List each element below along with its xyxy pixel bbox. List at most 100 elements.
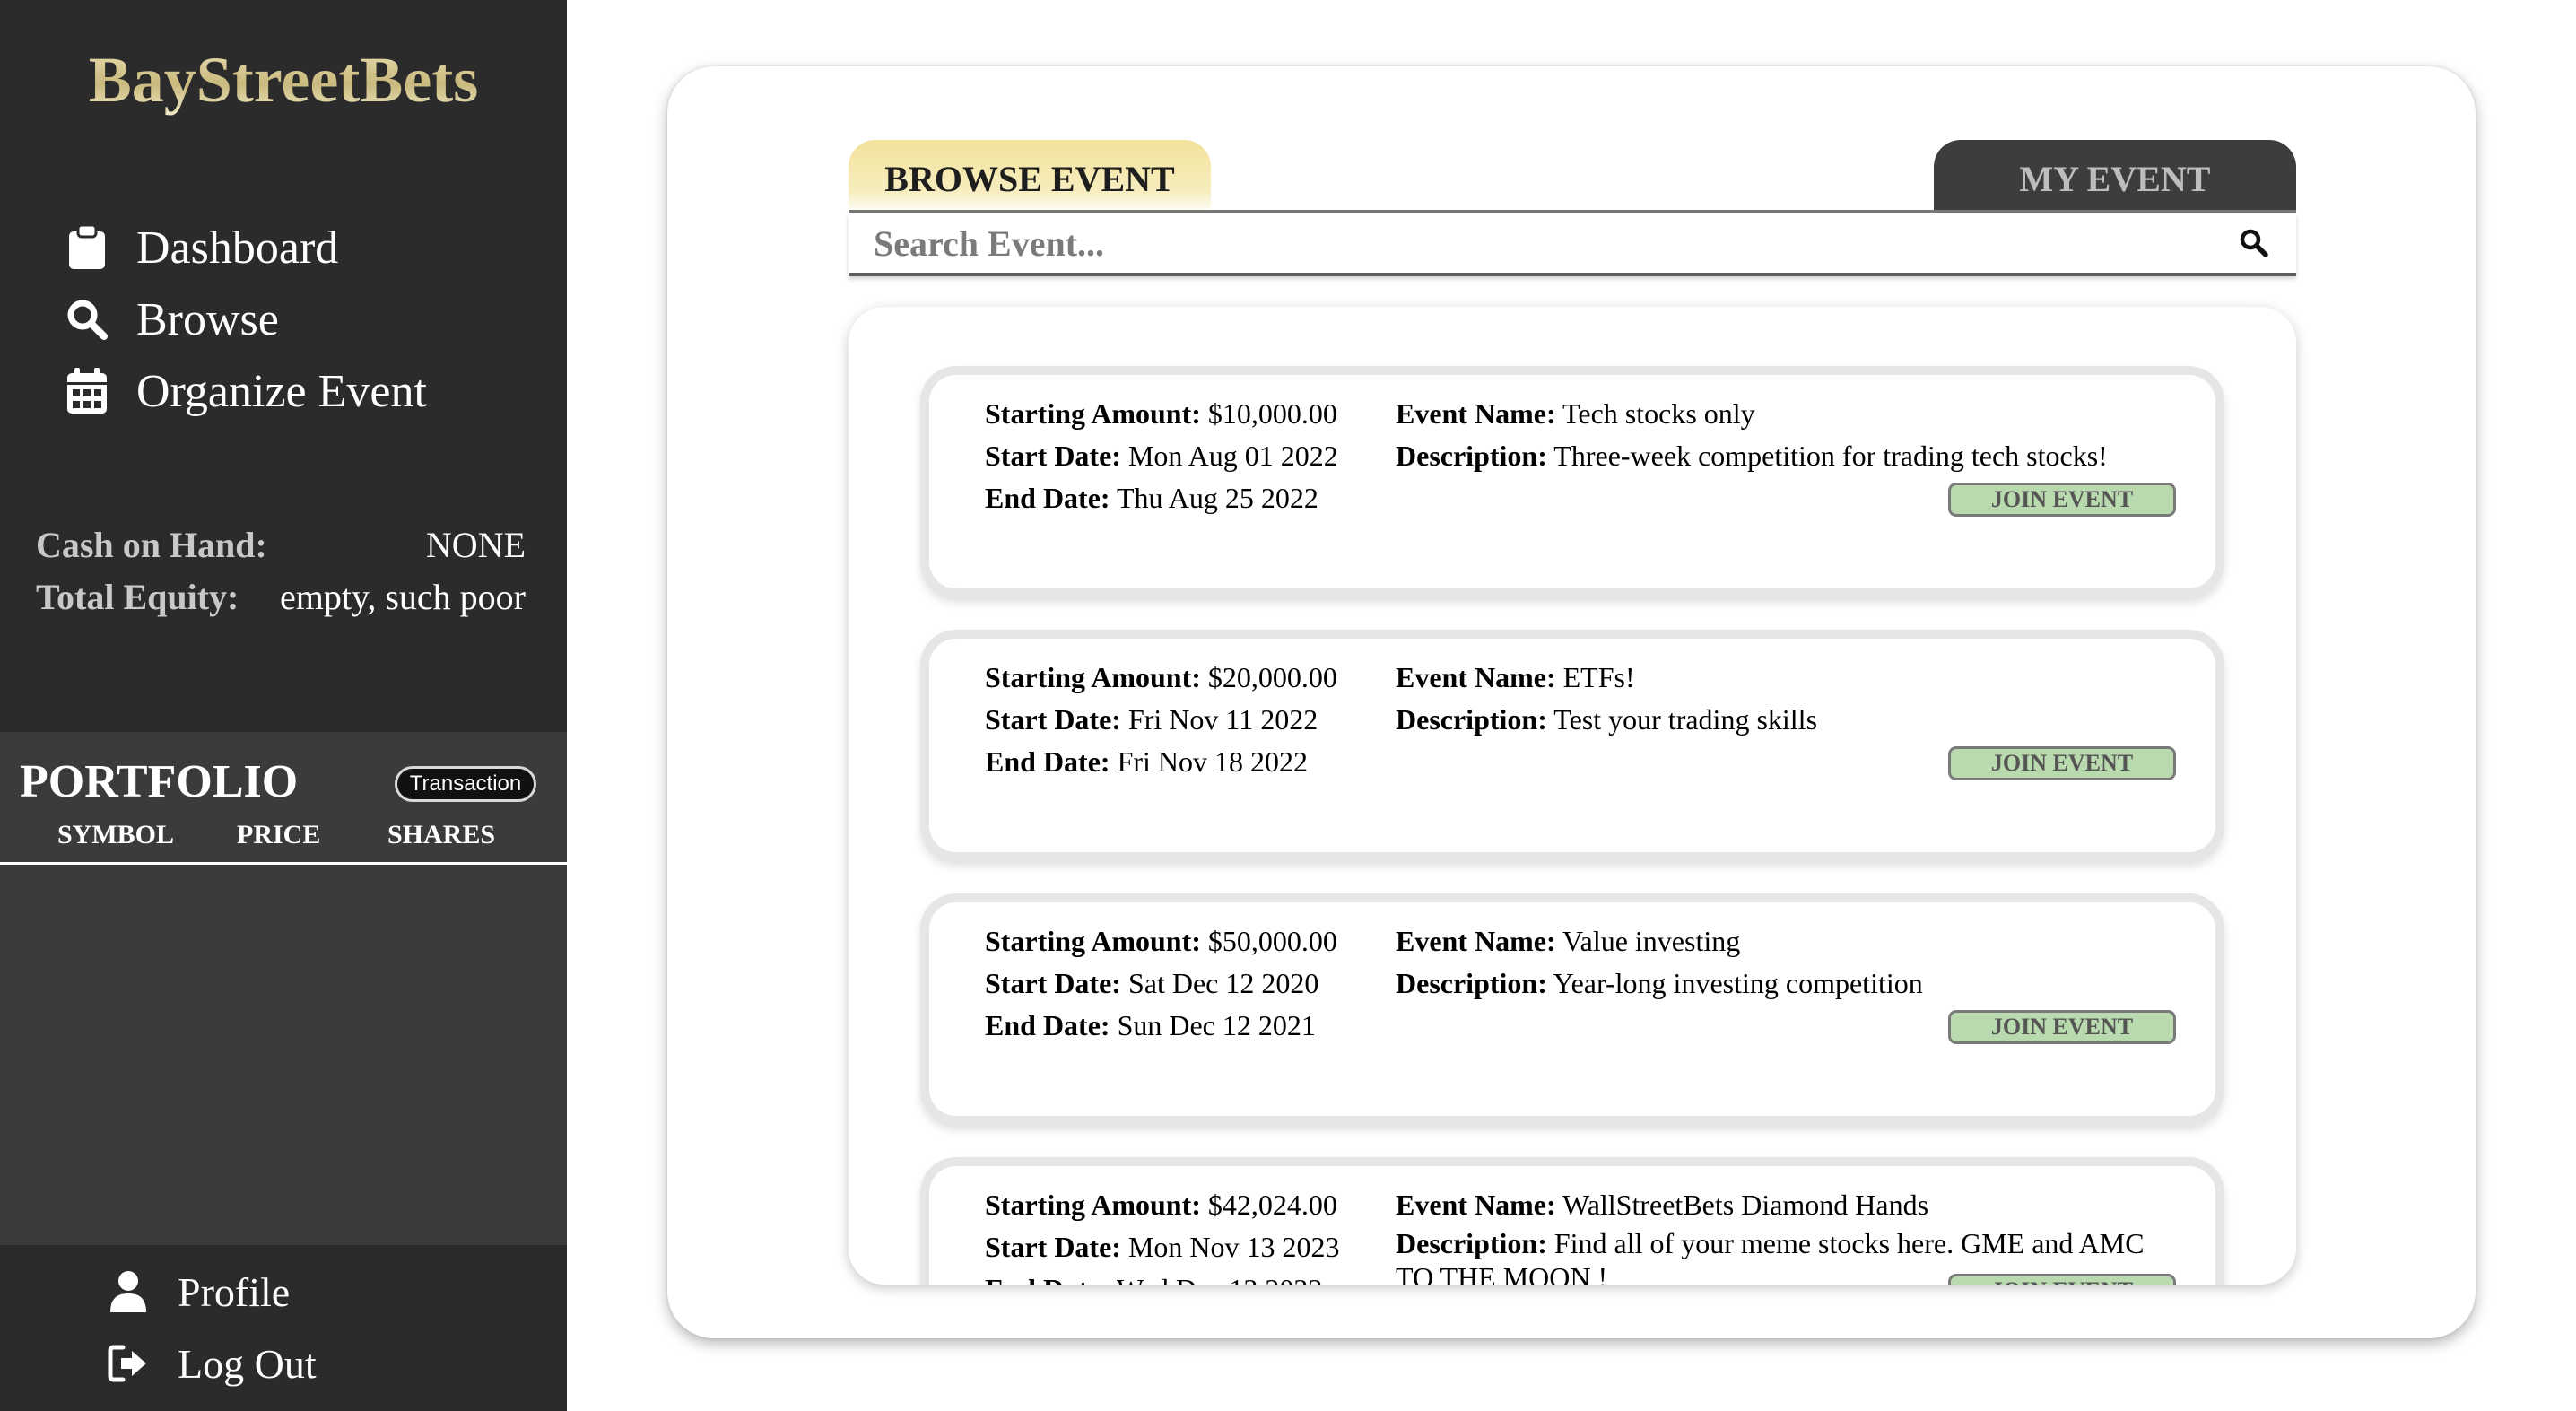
event-name-label: Event Name: [1396, 397, 1556, 430]
event-description: Description: Year-long investing competi… [1396, 962, 2167, 1005]
starting-amount-value: $20,000.00 [1207, 661, 1337, 693]
total-equity-value: empty, such poor [279, 576, 526, 617]
description-value: Test your trading skills [1553, 703, 1818, 736]
description-label: Description: [1396, 703, 1547, 736]
nav-dashboard[interactable]: Dashboard [65, 212, 427, 283]
event-money-dates: Starting Amount: $20,000.00 Start Date: … [985, 657, 1337, 783]
starting-amount-value: $50,000.00 [1207, 925, 1337, 957]
end-date-label: End Date: [985, 745, 1110, 778]
description-value: Three-week competition for trading tech … [1553, 440, 2108, 472]
nav-browse[interactable]: Browse [65, 283, 427, 355]
event-info: Event Name: ETFs! Description: Test your… [1396, 657, 2167, 741]
start-date: Start Date: Sat Dec 12 2020 [985, 962, 1337, 1005]
event-card: Starting Amount: $50,000.00 Start Date: … [920, 893, 2224, 1125]
end-date-value: Wed Dec 13 2023 [1117, 1273, 1322, 1285]
event-name-value: Tech stocks only [1562, 397, 1755, 430]
join-event-button[interactable]: JOIN EVENT [1948, 483, 2176, 517]
start-date-label: Start Date: [985, 440, 1121, 472]
nav-browse-label: Browse [136, 293, 279, 345]
event-card: Starting Amount: $42,024.00 Start Date: … [920, 1157, 2224, 1285]
description-label: Description: [1396, 967, 1547, 999]
brand-logo[interactable]: BayStreetBets [0, 43, 567, 118]
search-icon [65, 294, 109, 344]
event-card: Starting Amount: $20,000.00 Start Date: … [920, 630, 2224, 861]
cash-on-hand-label: Cash on Hand: [36, 524, 267, 565]
event-name: Event Name: ETFs! [1396, 657, 2167, 699]
join-event-button[interactable]: JOIN EVENT [1948, 1274, 2176, 1285]
event-name-value: Value investing [1562, 925, 1741, 957]
column-symbol: SYMBOL [57, 820, 175, 849]
column-shares: SHARES [387, 820, 496, 849]
starting-amount-label: Starting Amount: [985, 925, 1201, 957]
starting-amount-label: Starting Amount: [985, 661, 1201, 693]
starting-amount: Starting Amount: $20,000.00 [985, 657, 1337, 699]
event-name-value: WallStreetBets Diamond Hands [1562, 1189, 1929, 1221]
end-date-label: End Date: [985, 1273, 1110, 1285]
end-date-label: End Date: [985, 482, 1110, 514]
event-name-value: ETFs! [1562, 661, 1635, 693]
event-card: Starting Amount: $10,000.00 Start Date: … [920, 366, 2224, 597]
end-date: End Date: Wed Dec 13 2023 [985, 1268, 1340, 1285]
portfolio-title: PORTFOLIO [20, 756, 299, 807]
event-list: Starting Amount: $10,000.00 Start Date: … [849, 307, 2296, 1285]
clipboard-icon [65, 222, 109, 273]
end-date-value: Fri Nov 18 2022 [1117, 745, 1309, 778]
cash-on-hand-row: Cash on Hand: NONE [36, 518, 526, 570]
event-name-label: Event Name: [1396, 661, 1556, 693]
starting-amount: Starting Amount: $10,000.00 [985, 393, 1338, 435]
event-name: Event Name: WallStreetBets Diamond Hands [1396, 1184, 2167, 1226]
end-date-label: End Date: [985, 1009, 1110, 1041]
event-name-label: Event Name: [1396, 1189, 1556, 1221]
join-event-button[interactable]: JOIN EVENT [1948, 746, 2176, 780]
bottom-nav: Profile Log Out [106, 1256, 317, 1399]
user-icon [106, 1267, 151, 1317]
event-description: Description: Three-week competition for … [1396, 435, 2167, 477]
event-info: Event Name: Value investing Description:… [1396, 920, 2167, 1005]
event-money-dates: Starting Amount: $42,024.00 Start Date: … [985, 1184, 1340, 1285]
start-date-value: Mon Aug 01 2022 [1127, 440, 1338, 472]
nav-logout-label: Log Out [178, 1340, 317, 1387]
transaction-button[interactable]: Transaction [395, 766, 536, 802]
nav-dashboard-label: Dashboard [136, 222, 339, 274]
event-info: Event Name: WallStreetBets Diamond Hands… [1396, 1184, 2167, 1285]
end-date: End Date: Thu Aug 25 2022 [985, 477, 1338, 519]
event-money-dates: Starting Amount: $10,000.00 Start Date: … [985, 393, 1338, 519]
end-date: End Date: Sun Dec 12 2021 [985, 1005, 1337, 1047]
event-name: Event Name: Tech stocks only [1396, 393, 2167, 435]
search-icon[interactable] [2239, 228, 2271, 260]
end-date: End Date: Fri Nov 18 2022 [985, 741, 1337, 783]
start-date-label: Start Date: [985, 703, 1121, 736]
starting-amount: Starting Amount: $50,000.00 [985, 920, 1337, 962]
start-date-value: Sat Dec 12 2020 [1127, 967, 1319, 999]
description-value: Year-long investing competition [1553, 967, 1923, 999]
start-date-label: Start Date: [985, 967, 1121, 999]
event-money-dates: Starting Amount: $50,000.00 Start Date: … [985, 920, 1337, 1047]
calendar-icon [65, 366, 109, 416]
starting-amount-label: Starting Amount: [985, 397, 1201, 430]
join-event-button[interactable]: JOIN EVENT [1948, 1010, 2176, 1044]
start-date: Start Date: Mon Nov 13 2023 [985, 1226, 1340, 1268]
description-label: Description: [1396, 440, 1547, 472]
starting-amount: Starting Amount: $42,024.00 [985, 1184, 1340, 1226]
nav-organize-event[interactable]: Organize Event [65, 355, 427, 427]
description-label: Description: [1396, 1227, 1547, 1259]
account-summary: Cash on Hand: NONE Total Equity: empty, … [36, 518, 526, 623]
nav-organize-event-label: Organize Event [136, 365, 427, 417]
end-date-value: Sun Dec 12 2021 [1117, 1009, 1316, 1041]
sidebar: BayStreetBets Dashboard Browse Organize … [0, 0, 567, 1411]
starting-amount-label: Starting Amount: [985, 1189, 1201, 1221]
start-date: Start Date: Mon Aug 01 2022 [985, 435, 1338, 477]
cash-on-hand-value: NONE [425, 524, 526, 565]
start-date-value: Mon Nov 13 2023 [1127, 1231, 1340, 1263]
event-info: Event Name: Tech stocks only Description… [1396, 393, 2167, 477]
tab-my-event[interactable]: MY EVENT [1934, 140, 2296, 213]
nav-profile[interactable]: Profile [106, 1256, 317, 1328]
end-date-value: Thu Aug 25 2022 [1116, 482, 1318, 514]
logout-icon [106, 1338, 151, 1389]
tab-browse-event[interactable]: BROWSE EVENT [849, 140, 1211, 213]
nav-logout[interactable]: Log Out [106, 1328, 317, 1399]
starting-amount-value: $10,000.00 [1207, 397, 1337, 430]
search-input[interactable] [874, 221, 2201, 266]
event-name-label: Event Name: [1396, 925, 1556, 957]
total-equity-label: Total Equity: [36, 576, 239, 617]
